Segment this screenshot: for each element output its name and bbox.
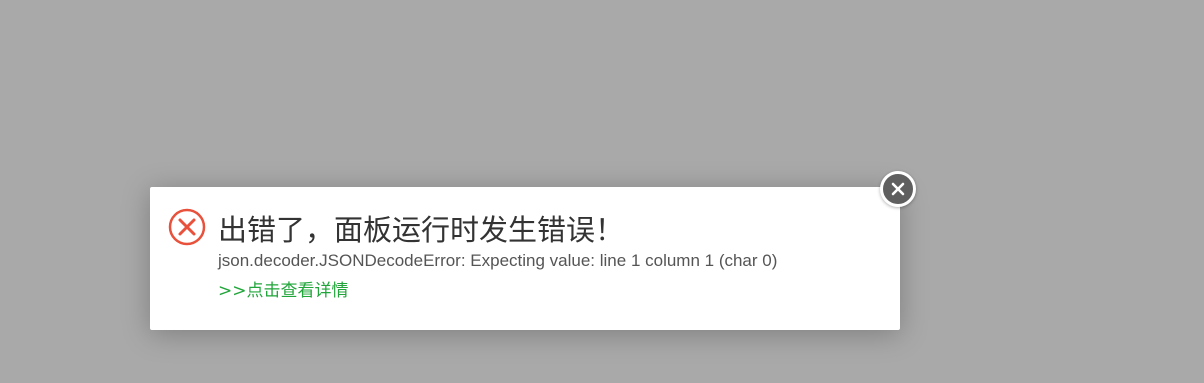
close-dialog-button[interactable] [880, 171, 916, 207]
error-dialog: 出错了，面板运行时发生错误！ json.decoder.JSONDecodeEr… [150, 187, 900, 330]
error-circle-x-icon [168, 208, 206, 246]
error-message: json.decoder.JSONDecodeError: Expecting … [218, 251, 778, 270]
error-title: 出错了，面板运行时发生错误！ [218, 213, 625, 247]
view-details-link[interactable]: >>点击查看详情 [218, 280, 349, 302]
